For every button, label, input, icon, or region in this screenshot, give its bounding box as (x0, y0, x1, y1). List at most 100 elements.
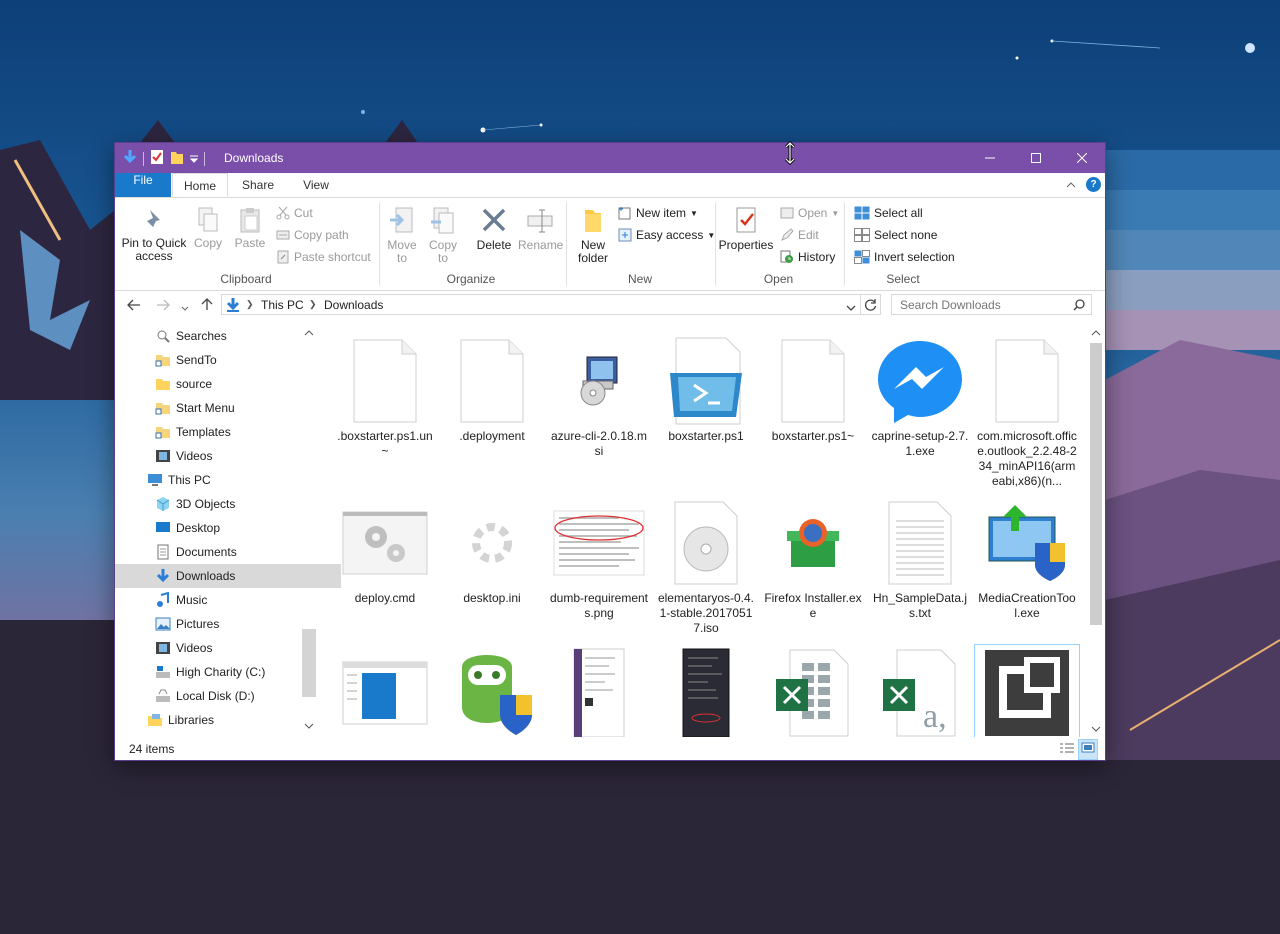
file-item[interactable]: dumb-requirements.png (547, 495, 651, 621)
select-none-label: Select none (874, 228, 938, 242)
file-item[interactable]: .boxstarter.ps1.un~ (333, 333, 437, 459)
nav-item-label: source (176, 377, 213, 391)
move-to-button[interactable]: Move to (385, 206, 419, 265)
copy-path-icon (276, 230, 290, 240)
file-item[interactable]: .deployment (440, 333, 544, 444)
forward-arrow-icon[interactable] (156, 299, 170, 314)
file-item[interactable] (440, 645, 544, 737)
paste-shortcut-icon (277, 250, 289, 264)
history-button[interactable]: History (780, 248, 835, 266)
scissors-icon (276, 206, 290, 220)
file-item[interactable]: elementaryos-0.4.1-stable.20170517.iso (654, 495, 758, 636)
easy-access-button[interactable]: Easy access ▼ (618, 226, 715, 244)
details-view-icon[interactable] (1058, 740, 1076, 759)
breadcrumb-this-pc[interactable]: This PC (261, 298, 304, 312)
file-item[interactable]: Firefox Installer.exe (761, 495, 865, 621)
videos-icon (155, 448, 171, 464)
cmd-gears-icon (333, 495, 437, 591)
move-to-label: Move to (387, 238, 417, 265)
tab-view[interactable]: View (300, 173, 332, 197)
folder-icon (155, 376, 171, 392)
copy-to-button[interactable]: Copy to (426, 206, 460, 265)
collapse-ribbon-icon[interactable] (1066, 178, 1076, 192)
tab-file[interactable]: File (115, 173, 171, 197)
nav-scrollbar[interactable] (301, 323, 317, 737)
recent-locations-chevron-icon[interactable] (181, 301, 189, 315)
new-folder-icon[interactable] (170, 149, 184, 168)
nav-item-label: Templates (176, 425, 231, 439)
file-item[interactable] (333, 645, 437, 737)
content-scrollbar[interactable] (1088, 325, 1104, 737)
edit-button[interactable]: Edit (780, 226, 819, 244)
videos-icon (155, 640, 171, 656)
new-folder-button[interactable]: New folder (575, 206, 611, 265)
file-item[interactable]: deploy.cmd (333, 495, 437, 606)
move-to-icon (390, 207, 413, 233)
down-arrow-icon[interactable] (123, 149, 137, 168)
rename-icon (527, 209, 553, 233)
open-button[interactable]: Open ▼ (780, 204, 839, 222)
file-item[interactable]: boxstarter.ps1 (654, 333, 758, 444)
minimize-button[interactable] (967, 143, 1013, 173)
back-arrow-icon[interactable] (127, 299, 141, 314)
file-item[interactable]: MediaCreationTool.exe (975, 495, 1079, 621)
file-item[interactable]: azure-cli-2.0.18.msi (547, 333, 651, 459)
refresh-button[interactable] (861, 294, 881, 315)
select-none-button[interactable]: Select none (854, 226, 937, 244)
nav-item-label: Local Disk (D:) (176, 689, 255, 703)
address-bar[interactable]: ❯ This PC ❯ Downloads (221, 294, 861, 315)
properties-button[interactable]: Properties (718, 206, 774, 252)
new-folder-label: New folder (577, 238, 609, 265)
cut-button[interactable]: Cut (276, 204, 313, 222)
file-item[interactable]: boxstarter.ps1~ (761, 333, 865, 444)
file-item[interactable]: com.microsoft.office.outlook_2.2.48-234_… (975, 333, 1079, 489)
address-row: ❯ This PC ❯ Downloads (115, 291, 1105, 321)
customize-dropdown-icon[interactable] (189, 152, 199, 166)
file-item[interactable]: caprine-setup-2.7.1.exe (868, 333, 972, 459)
file-item-selected[interactable] (974, 644, 1080, 737)
breadcrumb-downloads[interactable]: Downloads (324, 298, 383, 312)
copy-path-button[interactable]: Copy path (276, 226, 349, 244)
maximize-button[interactable] (1013, 143, 1059, 173)
file-list: .boxstarter.ps1.un~ .deployment azure-cl… (333, 325, 1095, 737)
rename-button[interactable]: Rename (518, 206, 563, 252)
properties-check-icon[interactable] (150, 149, 164, 168)
file-item[interactable] (761, 645, 865, 737)
nav-item-label: High Charity (C:) (176, 665, 266, 679)
file-item[interactable] (654, 645, 758, 737)
toolbar-separator (143, 151, 144, 166)
tab-home[interactable]: Home (172, 173, 228, 197)
up-arrow-icon[interactable] (201, 297, 213, 314)
paste-shortcut-button[interactable]: Paste shortcut (276, 248, 371, 266)
search-icon[interactable] (1073, 299, 1085, 314)
invert-selection-button[interactable]: Invert selection (854, 248, 955, 266)
pin-to-quick-access-button[interactable]: Pin to Quick access (119, 206, 189, 263)
large-icons-view-icon[interactable] (1078, 739, 1098, 760)
paste-button[interactable]: Paste (233, 206, 267, 250)
documents-icon (155, 544, 171, 560)
folder-shortcut-icon (155, 400, 171, 416)
file-item[interactable] (547, 645, 651, 737)
file-item[interactable]: Hn_SampleData.js.txt (868, 495, 972, 621)
nav-item-label: 3D Objects (176, 497, 236, 511)
file-item[interactable]: desktop.ini (440, 495, 544, 606)
select-all-icon (854, 206, 870, 220)
tab-share[interactable]: Share (240, 173, 276, 197)
select-all-button[interactable]: Select all (854, 204, 923, 222)
file-name: .boxstarter.ps1.un~ (337, 429, 433, 458)
nav-item-label: Downloads (176, 569, 236, 583)
toolbar-separator (204, 151, 205, 166)
window-thumbnail (333, 645, 437, 737)
search-box[interactable] (891, 294, 1092, 315)
ribbon-home: Pin to Quick access Copy Paste Cut Copy … (115, 198, 1105, 291)
delete-button[interactable]: Delete (475, 206, 513, 252)
new-item-button[interactable]: New item ▼ (618, 204, 698, 222)
search-input[interactable] (892, 295, 1075, 314)
help-icon[interactable]: ? (1086, 177, 1101, 192)
address-dropdown-icon[interactable] (846, 301, 856, 315)
copy-button[interactable]: Copy (193, 206, 223, 250)
easy-access-label: Easy access (636, 228, 704, 242)
file-item[interactable]: a, (868, 645, 972, 737)
title-bar[interactable]: Downloads (115, 140, 1105, 173)
close-button[interactable] (1059, 143, 1105, 173)
